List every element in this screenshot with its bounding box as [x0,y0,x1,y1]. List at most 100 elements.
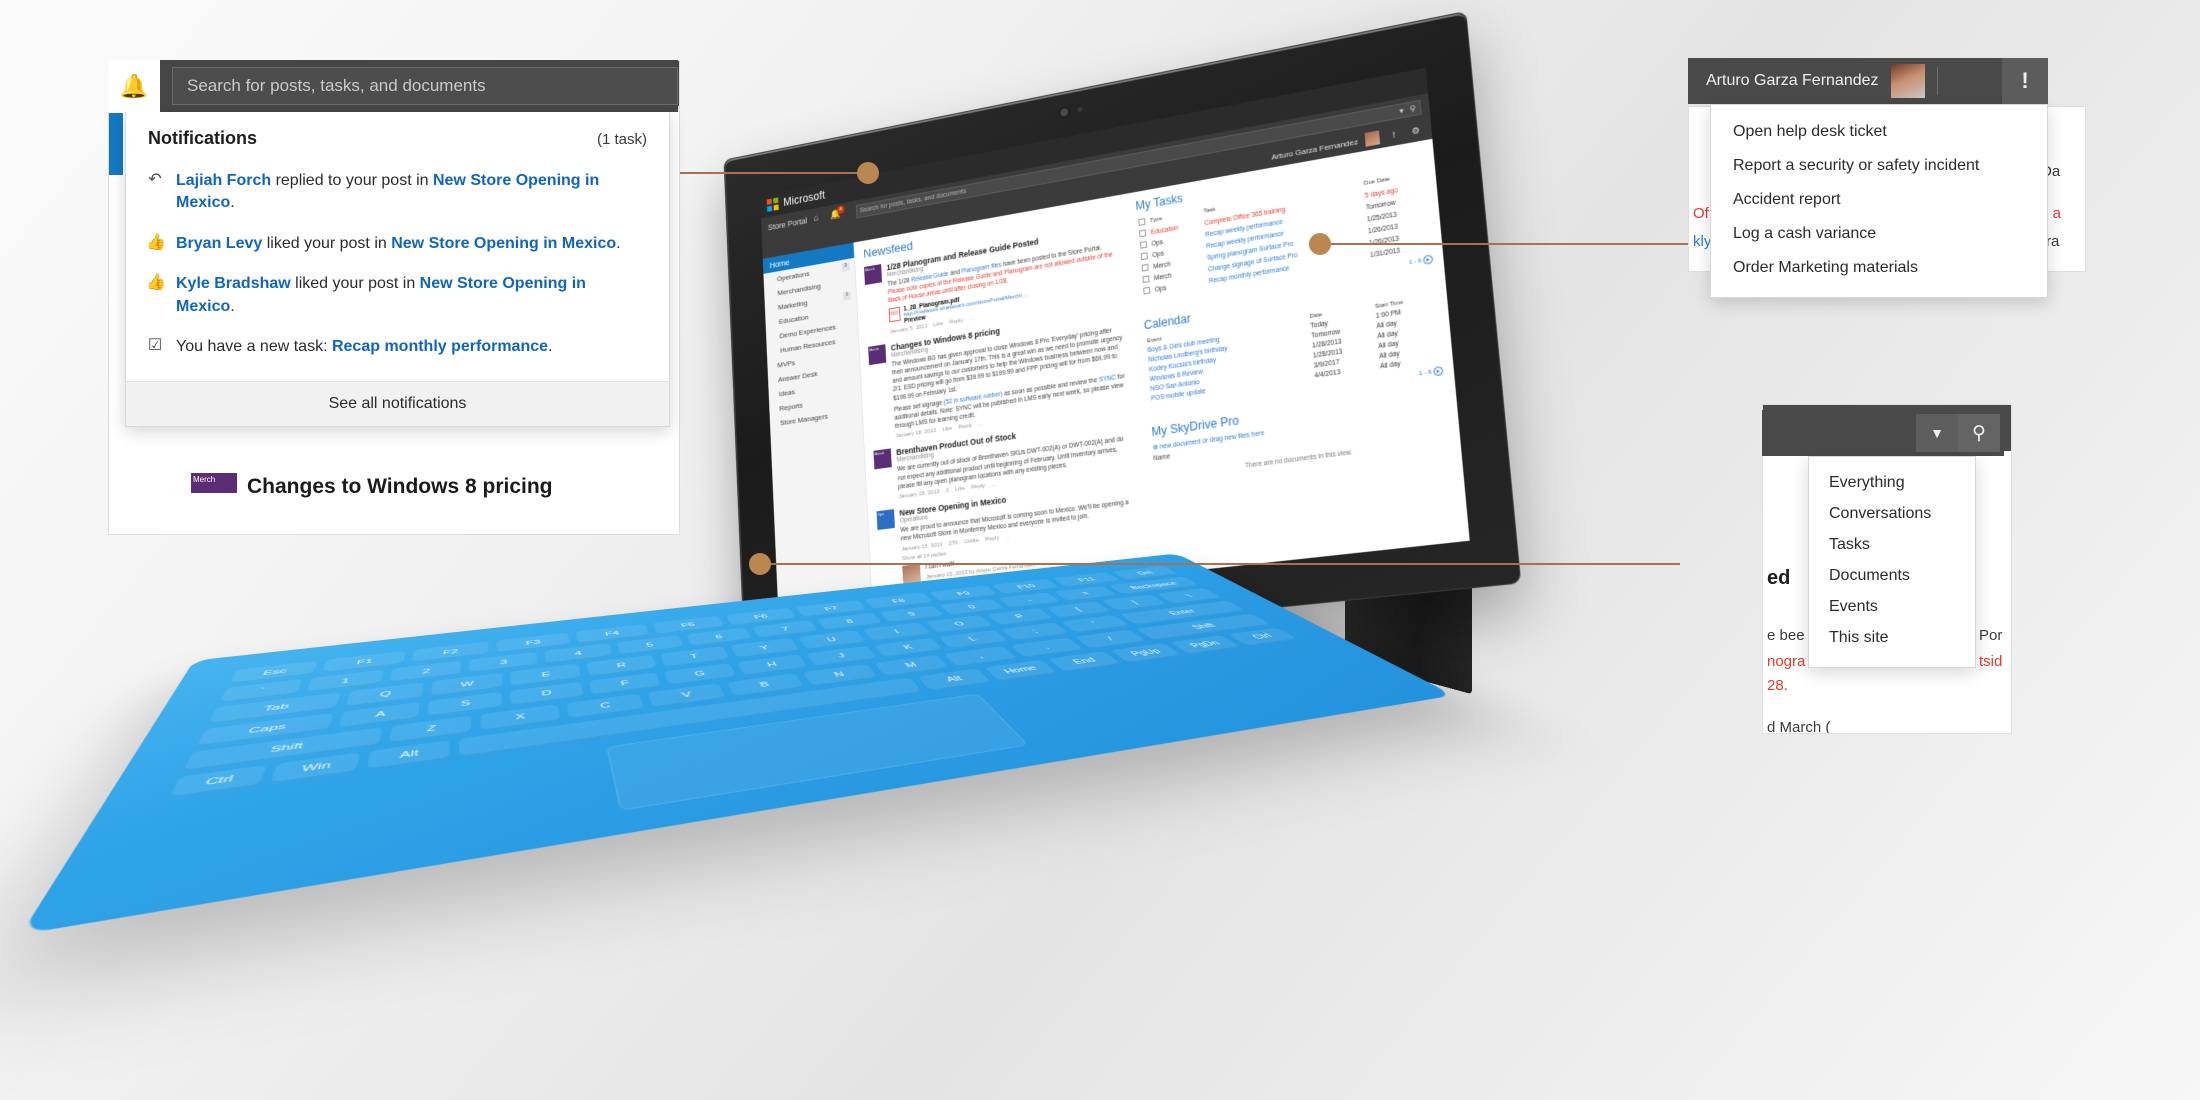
avatar[interactable] [1890,64,1925,98]
post-reply-action[interactable]: Reply [971,483,985,490]
notification-pre: You have a new task: [176,337,332,355]
row-checkbox[interactable] [1139,229,1147,237]
menu-item-order-marketing-materials[interactable]: Order Marketing materials [1711,251,2047,285]
scope-option-this-site[interactable]: This site [1809,622,1975,653]
search-icon[interactable]: ⚲ [1958,414,2000,452]
user-name[interactable]: Arturo Garza Fernandez [1706,72,1879,90]
bg-post-title: Changes to Windows 8 pricing [247,475,553,498]
notifications-title: Notifications [148,128,258,148]
home-icon[interactable]: ⌂ [813,212,824,225]
bg-fragment: d March ( [1767,719,1831,734]
notifications-header: Notifications (1 task) [126,112,669,155]
plus-circle-icon: ⊕ [1152,444,1159,452]
row-checkbox[interactable] [1140,251,1148,260]
key-home[interactable]: Home [984,659,1058,682]
notification-post: . [616,234,621,252]
scope-option-conversations[interactable]: Conversations [1809,498,1975,529]
connector-dot-notifications [857,162,879,184]
menu-item-report-security-incident[interactable]: Report a security or safety incident [1711,149,2047,183]
sidebar-item-count: 1 [842,290,852,301]
scope-option-tasks[interactable]: Tasks [1809,529,1975,560]
post-reply-action[interactable]: Reply [958,423,972,431]
right-webparts: My Tasks Type Task Due Date Education Com… [1125,139,1470,575]
notifications-topbar: 🔔 Search for posts, tasks, and documents [108,60,678,112]
post-like-action[interactable]: Like [942,426,952,433]
pager-next-icon[interactable]: ▸ [1422,254,1434,265]
row-checkbox[interactable] [1142,274,1150,283]
chevron-down-icon[interactable]: ▾ [1399,106,1404,116]
post-unlike-action[interactable]: Unlike [964,537,979,545]
exclamation-icon[interactable]: ! [1386,125,1402,143]
notification-text: You have a new task: Recap monthly perfo… [176,336,552,358]
connector-dot-search-scope [749,553,771,575]
list-item[interactable]: ☑ You have a new task: Recap monthly per… [146,327,649,367]
notification-count-badge: 4 [837,205,844,214]
bell-icon[interactable]: 🔔 4 [830,205,844,222]
profile-menu-flyout: Arturo Garza Fernandez ! Open help desk … [1688,58,2048,298]
select-all-checkbox[interactable] [1138,217,1146,226]
chevron-down-icon[interactable]: ▼ [1916,414,1958,452]
post-like-count: 270 [948,539,958,547]
search-icon[interactable]: ⚲ [1409,103,1416,113]
key-end[interactable]: End [1048,651,1122,672]
row-checkbox[interactable] [1143,286,1151,295]
menu-item-open-help-desk-ticket[interactable]: Open help desk ticket [1711,115,2047,149]
search-scope-menu: Everything Conversations Tasks Documents… [1808,456,1976,668]
touch-cover-keyboard[interactable]: Esc F1 F2 F3 F4 F5 F6 F7 F8 F9 F10 F11 D… [20,553,1454,935]
profile-topbar: Arturo Garza Fernandez ! [1688,58,2048,104]
post-more-action[interactable]: ... [978,422,983,428]
menu-item-log-cash-variance[interactable]: Log a cash variance [1711,217,2047,251]
post-reply-action[interactable]: Reply [949,318,963,326]
row-checkbox[interactable] [1141,263,1149,272]
list-item[interactable]: ↶ Lajiah Forch replied to your post in N… [146,161,649,224]
post-reply-action[interactable]: Reply [985,535,999,542]
row-checkbox[interactable] [1139,240,1148,249]
post-more-action[interactable]: ... [1006,534,1011,540]
notifications-list: ↶ Lajiah Forch replied to your post in N… [126,155,669,381]
exclamation-icon[interactable]: ! [2002,58,2048,104]
avatar[interactable] [1364,130,1381,147]
actor-link[interactable]: Bryan Levy [176,235,262,252]
list-item[interactable]: 👍 Bryan Levy liked your post in New Stor… [146,224,649,264]
actor-link[interactable]: Lajiah Forch [176,172,271,189]
target-link[interactable]: New Store Opening in Mexico [391,235,616,252]
task-checkbox-icon: ☑ [147,336,163,354]
post-avatar: Merch [868,343,887,365]
search-placeholder: Search for posts, tasks, and documents [187,76,486,95]
key-ctrl-right[interactable]: Ctrl [1227,627,1299,647]
notification-text: Bryan Levy liked your post in New Store … [176,233,621,255]
actor-link[interactable]: Kyle Bradshaw [176,275,291,292]
menu-item-accident-report[interactable]: Accident report [1711,183,2047,217]
search-input[interactable]: Search for posts, tasks, and documents [172,67,678,105]
scope-option-everything[interactable]: Everything [1809,467,1975,498]
post-more-action[interactable]: ... [991,482,996,488]
brand-label: Microsoft [783,188,826,209]
connector-dot-profile [1309,233,1331,255]
see-all-notifications-button[interactable]: See all notifications [126,381,669,427]
notifications-count: (1 task) [596,131,647,148]
list-item[interactable]: 👍 Kyle Bradshaw liked your post in New S… [146,264,649,327]
key-pgup[interactable]: PgUp [1110,642,1183,664]
post-like-action[interactable]: Like [955,486,965,493]
target-link[interactable]: Recap monthly performance [332,338,548,355]
key-alt-right[interactable]: Alt [917,668,992,691]
key-pgdn[interactable]: PgDn [1170,635,1242,655]
site-title[interactable]: Store Portal [768,216,808,232]
notification-post: . [230,194,235,212]
connector-line-profile [1309,233,1740,255]
scope-option-documents[interactable]: Documents [1809,560,1975,591]
post-link[interactable]: SYNC [1099,374,1116,383]
bell-icon[interactable]: 🔔 [108,60,160,112]
help-desk-menu: Open help desk ticket Report a security … [1710,104,2048,298]
post-more-action[interactable]: ... [969,316,974,322]
post-like-count: 2 [945,487,949,495]
notification-mid: liked your post in [290,275,420,293]
gear-icon[interactable]: ⚙ [1408,122,1424,140]
post-avatar: Merch [873,448,892,470]
pager-next-icon[interactable]: ▸ [1433,365,1444,377]
scope-option-events[interactable]: Events [1809,591,1975,622]
screenshot-stage: Microsoft Store Portal ⌂ 🔔 4 Search for … [0,0,2200,1100]
post-avatar: Ops [876,509,895,531]
notification-mid: liked your post in [262,234,392,252]
post-like-action[interactable]: Like [933,321,943,328]
